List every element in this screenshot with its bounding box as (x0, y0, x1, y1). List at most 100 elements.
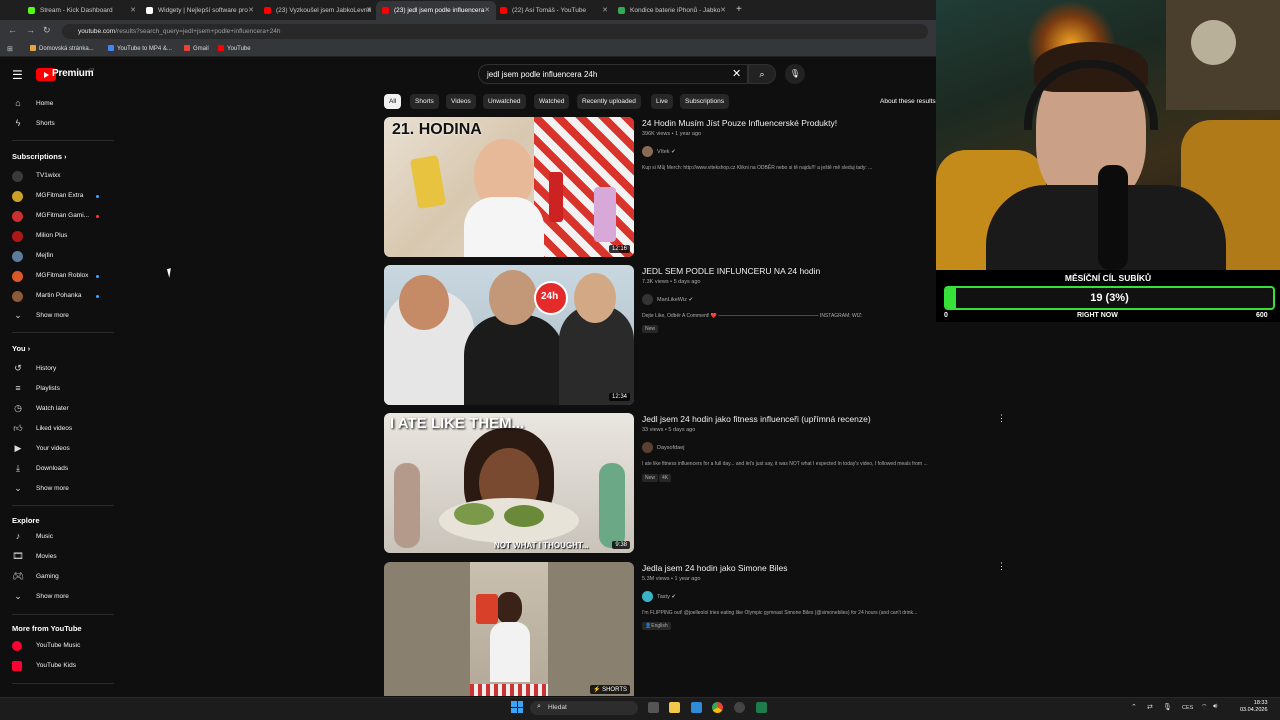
task-view-icon[interactable] (648, 702, 659, 713)
about-results-link[interactable]: About these results (880, 98, 936, 105)
subscriptions-show-more[interactable]: ⌄ Show more (0, 306, 114, 326)
chip-recently-uploaded[interactable]: Recently uploaded (577, 94, 641, 109)
sidebar-item-movies[interactable]: 🎞︎ Movies (0, 547, 114, 567)
chevron-down-icon: ⌄ (14, 483, 22, 493)
subscription-milion-plus[interactable]: Milion Plus (0, 226, 114, 246)
network-app-icon[interactable]: ⇄ (1147, 703, 1153, 711)
reload-icon[interactable]: ↻ (43, 25, 51, 36)
chip-watched[interactable]: Watched (534, 94, 570, 109)
explore-show-more[interactable]: ⌄ Show more (0, 587, 114, 607)
tab-youtube-jabkolevne[interactable]: (23) Vyzkoušel jsem JabkoLevně ✕ (258, 1, 378, 20)
tab-widgety[interactable]: Widgety | Nejlepší software pro ✕ (140, 1, 260, 20)
taskbar-search[interactable]: ⌕ Hledat (530, 701, 638, 715)
history-icon: ↺ (14, 363, 22, 373)
sidebar-item-your-videos[interactable]: ▶ Your videos (0, 439, 114, 459)
windows-start-icon[interactable] (511, 701, 523, 713)
video-thumbnail[interactable]: ⚡ SHORTS (384, 562, 634, 696)
tab-kick-dashboard[interactable]: Stream - Kick Dashboard ✕ (22, 1, 142, 20)
subscription-mejfin[interactable]: Mejfin (0, 246, 114, 266)
wifi-icon[interactable]: ⌔ (1201, 703, 1208, 712)
sidebar-item-liked-videos[interactable]: 👍︎ Liked videos (0, 419, 114, 439)
close-tab-icon[interactable]: ✕ (366, 6, 372, 14)
language-indicator[interactable]: CES (1182, 705, 1193, 711)
bookmark-youtube[interactable]: YouTube (218, 45, 251, 52)
back-icon[interactable]: ← (8, 25, 17, 35)
chip-live[interactable]: Live (651, 94, 673, 109)
more-actions-icon[interactable]: ⋮ (997, 561, 1006, 572)
channel-link[interactable]: Vítek ✔ (642, 146, 676, 157)
youtube-premium-logo[interactable]: Premium (52, 68, 94, 79)
close-tab-icon[interactable]: ✕ (484, 6, 490, 14)
chip-videos[interactable]: Videos (446, 94, 476, 109)
more-actions-icon[interactable]: ⋮ (997, 413, 1006, 424)
sidebar-item-shorts[interactable]: ϟ Shorts (0, 114, 114, 134)
chip-unwatched[interactable]: Unwatched (483, 94, 526, 109)
sidebar-item-home[interactable]: ⌂ Home (0, 94, 114, 114)
microsoft-store-icon[interactable] (691, 702, 702, 713)
sidebar-item-history[interactable]: ↺ History (0, 359, 114, 379)
bookmark-youtube-mp4[interactable]: YouTube to MP4 &... (108, 45, 172, 52)
you-show-more[interactable]: ⌄ Show more (0, 479, 114, 499)
subscription-martin-pohanka[interactable]: Martin Pohanka (0, 286, 114, 306)
sidebar-item-downloads[interactable]: ⤓ Downloads (0, 459, 114, 479)
url-field[interactable]: youtube.com/results?search_query=jedl+js… (62, 24, 928, 39)
bookmark-gmail[interactable]: Gmail (184, 45, 209, 52)
sidebar-item-playlists[interactable]: ≡ Playlists (0, 379, 114, 399)
close-tab-icon[interactable]: ✕ (720, 6, 726, 14)
close-tab-icon[interactable]: ✕ (130, 6, 136, 14)
video-title[interactable]: Jedla jsem 24 hodin jako Simone Biles (642, 563, 788, 573)
video-title[interactable]: JEDL SEM PODLE INFLUNCERU NA 24 hodin (642, 266, 820, 276)
sidebar-item-gaming[interactable]: 🎮︎ Gaming (0, 567, 114, 587)
sidebar-item-youtube-music[interactable]: YouTube Music (0, 636, 114, 656)
sidebar-item-youtube-kids[interactable]: YouTube Kids (0, 656, 114, 676)
channel-avatar (12, 291, 23, 302)
video-thumbnail[interactable]: I ATE LIKE THEM... NOT WHAT I THOUGHT...… (384, 413, 634, 553)
video-title[interactable]: Jedl jsem 24 hodin jako fitness influenc… (642, 414, 871, 424)
chrome-icon[interactable] (712, 702, 723, 713)
chip-shorts[interactable]: Shorts (410, 94, 439, 109)
chevron-down-icon: ⌄ (14, 310, 22, 320)
tab-kondice-baterie[interactable]: Kondice baterie iPhonů - Jabko ✕ (612, 1, 732, 20)
channel-link[interactable]: Tasty ✔ (642, 591, 676, 602)
forward-icon[interactable]: → (26, 25, 35, 35)
search-input[interactable]: jedl jsem podle influencera 24h (478, 64, 748, 84)
thumbs-up-icon: 👍︎ (13, 423, 23, 433)
subscriptions-heading[interactable]: Subscriptions › (12, 152, 66, 161)
subscription-mgfitman-roblox[interactable]: MGFitman Roblox (0, 266, 114, 286)
new-tab-icon[interactable]: + (736, 4, 742, 15)
video-title[interactable]: 24 Hodin Musím Jíst Pouze Influencerské … (642, 118, 837, 128)
subscription-mgfitman-gaming[interactable]: MGFitman Gami... (0, 206, 114, 226)
close-tab-icon[interactable]: ✕ (248, 6, 254, 14)
you-heading[interactable]: You › (12, 344, 30, 353)
channel-link[interactable]: ManLikeWiz ✔ (642, 294, 693, 305)
sidebar-item-watch-later[interactable]: ◷ Watch later (0, 399, 114, 419)
tray-chevron-icon[interactable]: ⌃ (1131, 703, 1137, 711)
video-thumbnail[interactable]: 24h 12:34 (384, 265, 634, 405)
volume-icon[interactable]: 🔊︎ (1213, 703, 1217, 711)
sidebar-item-music[interactable]: ♪ Music (0, 527, 114, 547)
chip-all[interactable]: All (384, 94, 402, 109)
search-icon: ⌕ (537, 703, 541, 710)
voice-search-button[interactable]: 🎙 (785, 64, 805, 84)
hamburger-menu-icon[interactable]: ☰ (12, 68, 23, 82)
taskbar-clock[interactable]: 18:33 03.04.2026 (1240, 700, 1268, 714)
avocado-graphic (454, 503, 494, 525)
tab-youtube-search-active[interactable]: (23) jedl jsem podle influencera ✕ (376, 1, 496, 20)
playlists-icon: ≡ (15, 383, 21, 393)
goal-min: 0 (944, 312, 948, 319)
subscription-tv1wixx[interactable]: TV1wixx (0, 166, 114, 186)
apps-grid-icon[interactable]: ⊞ (7, 45, 13, 53)
app-icon[interactable] (756, 702, 767, 713)
chip-subscriptions[interactable]: Subscriptions (680, 94, 730, 109)
subscription-mgfitman-extra[interactable]: MGFitman Extra (0, 186, 114, 206)
close-tab-icon[interactable]: ✕ (602, 6, 608, 14)
file-explorer-icon[interactable] (669, 702, 680, 713)
search-button[interactable]: ⌕ (748, 64, 776, 84)
tab-youtube-asi-tomas[interactable]: (22) Asi Tomáš - YouTube ✕ (494, 1, 614, 20)
bookmark-domovska[interactable]: Domovská stránka... (30, 45, 94, 52)
video-thumbnail[interactable]: 21. HODINA 12:16 (384, 117, 634, 257)
obs-icon[interactable] (734, 702, 745, 713)
channel-link[interactable]: Daysofdaej (642, 442, 685, 453)
microphone-tray-icon[interactable]: 🎙︎ (1163, 703, 1172, 711)
clear-search-icon[interactable]: ✕ (732, 67, 741, 80)
